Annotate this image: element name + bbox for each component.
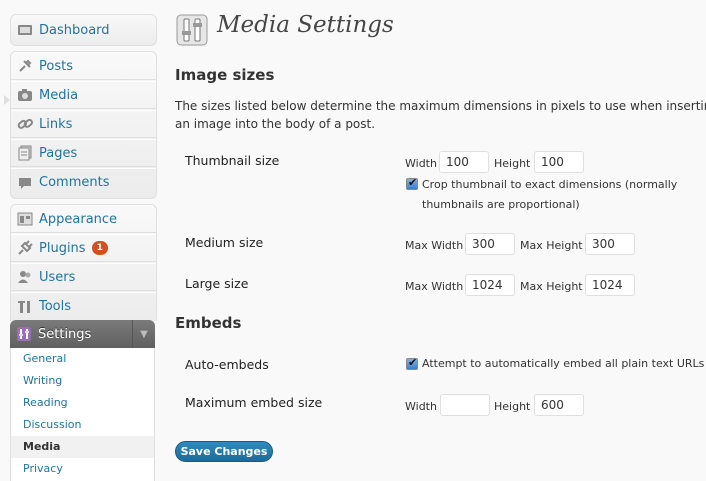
thumbnail-size-label: Thumbnail size [185, 153, 280, 168]
large-max-height-label: Max Height [520, 280, 583, 293]
embeds-heading: Embeds [175, 314, 242, 332]
auto-embeds-label: Auto-embeds [185, 357, 269, 372]
medium-max-width-label: Max Width [405, 239, 464, 252]
update-count-badge: 1 [91, 241, 108, 255]
sidebar-item-label: Posts [39, 58, 73, 74]
thumbnail-height-label: Height [494, 157, 531, 170]
thumbnail-height-input[interactable] [534, 151, 584, 173]
links-chain-icon [17, 116, 33, 132]
sidebar-item-users[interactable]: Users [11, 263, 156, 291]
appearance-icon [17, 211, 33, 227]
submenu-item-general[interactable]: General [23, 352, 66, 365]
image-sizes-heading: Image sizes [175, 66, 275, 84]
image-sizes-description: The sizes listed below determine the max… [175, 99, 706, 131]
large-max-width-label: Max Width [405, 280, 464, 293]
sidebar-item-label: Appearance [39, 211, 118, 227]
sidebar-item-label: Dashboard [39, 22, 110, 38]
admin-sidebar: Dashboard Posts Media Links Pages Commen… [4, 0, 157, 481]
submenu-item-reading[interactable]: Reading [23, 396, 68, 409]
current-page-pointer-icon [4, 95, 10, 105]
settings-submenu: General Writing Reading Discussion Media… [10, 348, 155, 481]
posts-pin-icon [17, 58, 33, 74]
sidebar-item-links[interactable]: Links [11, 110, 156, 138]
medium-max-height-label: Max Height [520, 239, 583, 252]
large-max-height-input[interactable] [585, 274, 635, 296]
page-title: Media Settings [217, 12, 394, 38]
submenu-item-media[interactable]: Media [23, 440, 60, 453]
medium-size-label: Medium size [185, 235, 264, 250]
large-size-label: Large size [185, 276, 249, 291]
auto-embeds-checkbox-label: Attempt to automatically embed all plain… [422, 357, 705, 370]
sidebar-item-dashboard[interactable]: Dashboard [11, 15, 156, 45]
sidebar-item-appearance[interactable]: Appearance [11, 205, 156, 233]
auto-embeds-checkbox[interactable] [406, 356, 418, 370]
settings-sliders-icon [16, 326, 32, 342]
submenu-item-discussion[interactable]: Discussion [23, 418, 82, 431]
collapse-toggle-icon[interactable]: ▼ [132, 320, 155, 348]
sidebar-item-posts[interactable]: Posts [11, 52, 156, 80]
pages-icon [17, 145, 33, 161]
sidebar-item-comments[interactable]: Comments [11, 168, 156, 196]
embed-height-label: Height [494, 400, 531, 413]
thumbnail-width-label: Width [405, 157, 437, 170]
save-changes-button[interactable]: Save Changes [175, 441, 273, 462]
sidebar-item-tools[interactable]: Tools [11, 292, 156, 320]
sidebar-item-label: Links [39, 116, 73, 132]
sidebar-item-pages[interactable]: Pages [11, 139, 156, 167]
comments-bubble-icon [17, 175, 33, 191]
crop-thumbnail-label: Crop thumbnail to exact dimensions (norm… [422, 178, 678, 211]
sidebar-item-label: Media [39, 87, 79, 103]
sidebar-item-label: Tools [39, 299, 72, 314]
sidebar-item-settings[interactable]: Settings ▼ [10, 320, 155, 348]
submenu-item-writing[interactable]: Writing [23, 374, 62, 387]
sidebar-item-plugins[interactable]: Plugins 1 [11, 234, 156, 262]
menu-group-dashboard: Dashboard [10, 14, 157, 46]
embed-height-input[interactable] [534, 394, 584, 416]
sidebar-item-media[interactable]: Media [11, 81, 156, 109]
medium-max-width-input[interactable] [465, 233, 515, 255]
max-embed-size-label: Maximum embed size [185, 395, 323, 410]
medium-max-height-input[interactable] [585, 233, 635, 255]
sidebar-item-label: Comments [39, 175, 110, 190]
sidebar-item-label: Settings [38, 326, 92, 342]
sidebar-item-label: Users [39, 269, 76, 285]
media-camera-icon [17, 87, 33, 103]
dashboard-icon [17, 22, 33, 38]
large-max-width-input[interactable] [465, 274, 515, 296]
submenu-item-privacy[interactable]: Privacy [23, 462, 63, 475]
embed-width-label: Width [405, 400, 437, 413]
users-icon [17, 269, 33, 285]
embed-width-input[interactable] [440, 394, 490, 416]
main-content: Media Settings Image sizes The sizes lis… [175, 0, 706, 481]
crop-thumbnail-checkbox[interactable] [406, 176, 418, 190]
tools-icon [17, 299, 33, 315]
menu-group-content: Posts Media Links Pages Comments [10, 51, 157, 199]
sidebar-item-label: Plugins [39, 240, 86, 256]
menu-group-admin: Appearance Plugins 1 Users Tools [10, 204, 157, 321]
sidebar-item-label: Pages [39, 145, 78, 161]
plugins-plug-icon [17, 240, 33, 256]
thumbnail-width-input[interactable] [439, 151, 489, 173]
settings-page-icon [175, 13, 209, 47]
